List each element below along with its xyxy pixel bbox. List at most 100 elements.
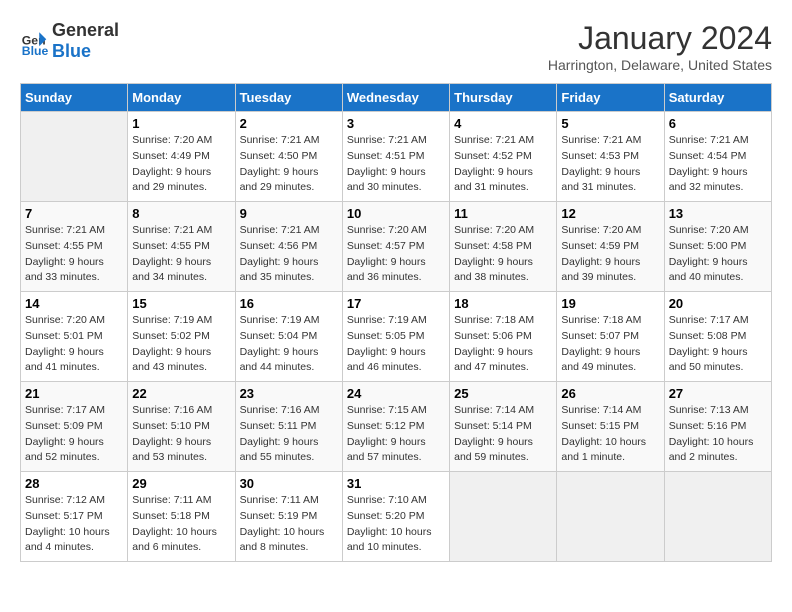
calendar-cell: 3 Sunrise: 7:21 AM Sunset: 4:51 PM Daylig…	[342, 112, 449, 202]
day-number: 2	[240, 116, 338, 131]
day-info: Sunrise: 7:21 AM Sunset: 4:51 PM Dayligh…	[347, 133, 445, 196]
weekday-header-cell: Friday	[557, 84, 664, 112]
day-number: 16	[240, 296, 338, 311]
calendar-cell	[21, 112, 128, 202]
weekday-header-cell: Wednesday	[342, 84, 449, 112]
day-number: 21	[25, 386, 123, 401]
day-info: Sunrise: 7:20 AM Sunset: 4:59 PM Dayligh…	[561, 223, 659, 286]
day-number: 29	[132, 476, 230, 491]
calendar-cell: 7 Sunrise: 7:21 AM Sunset: 4:55 PM Daylig…	[21, 202, 128, 292]
day-info: Sunrise: 7:20 AM Sunset: 4:49 PM Dayligh…	[132, 133, 230, 196]
day-info: Sunrise: 7:20 AM Sunset: 4:58 PM Dayligh…	[454, 223, 552, 286]
calendar-cell	[557, 472, 664, 562]
day-number: 13	[669, 206, 767, 221]
day-info: Sunrise: 7:21 AM Sunset: 4:50 PM Dayligh…	[240, 133, 338, 196]
day-number: 15	[132, 296, 230, 311]
calendar-body: 1Sunrise: 7:20 AM Sunset: 4:49 PM Daylig…	[21, 112, 772, 562]
day-number: 3	[347, 116, 445, 131]
day-info: Sunrise: 7:11 AM Sunset: 5:19 PM Dayligh…	[240, 493, 338, 556]
day-number: 12	[561, 206, 659, 221]
month-title: January 2024	[548, 20, 772, 57]
calendar-table: SundayMondayTuesdayWednesdayThursdayFrid…	[20, 83, 772, 562]
day-info: Sunrise: 7:21 AM Sunset: 4:55 PM Dayligh…	[132, 223, 230, 286]
calendar-week-row: 21 Sunrise: 7:17 AM Sunset: 5:09 PM Dayli…	[21, 382, 772, 472]
day-info: Sunrise: 7:15 AM Sunset: 5:12 PM Dayligh…	[347, 403, 445, 466]
day-number: 25	[454, 386, 552, 401]
logo-icon: Gen Blue	[20, 27, 48, 55]
calendar-cell: 27 Sunrise: 7:13 AM Sunset: 5:16 PM Dayli…	[664, 382, 771, 472]
calendar-cell: 9Sunrise: 7:21 AM Sunset: 4:56 PM Daylig…	[235, 202, 342, 292]
calendar-cell: 8 Sunrise: 7:21 AM Sunset: 4:55 PM Daylig…	[128, 202, 235, 292]
weekday-header-cell: Saturday	[664, 84, 771, 112]
day-number: 17	[347, 296, 445, 311]
day-number: 24	[347, 386, 445, 401]
calendar-cell: 11 Sunrise: 7:20 AM Sunset: 4:58 PM Dayli…	[450, 202, 557, 292]
day-info: Sunrise: 7:11 AM Sunset: 5:18 PM Dayligh…	[132, 493, 230, 556]
day-number: 20	[669, 296, 767, 311]
title-block: January 2024 Harrington, Delaware, Unite…	[548, 20, 772, 73]
day-info: Sunrise: 7:20 AM Sunset: 5:00 PM Dayligh…	[669, 223, 767, 286]
calendar-week-row: 14Sunrise: 7:20 AM Sunset: 5:01 PM Dayli…	[21, 292, 772, 382]
day-number: 30	[240, 476, 338, 491]
day-number: 6	[669, 116, 767, 131]
day-info: Sunrise: 7:17 AM Sunset: 5:08 PM Dayligh…	[669, 313, 767, 376]
day-info: Sunrise: 7:13 AM Sunset: 5:16 PM Dayligh…	[669, 403, 767, 466]
calendar-cell: 28 Sunrise: 7:12 AM Sunset: 5:17 PM Dayli…	[21, 472, 128, 562]
logo-line2: Blue	[52, 41, 119, 62]
calendar-cell: 5Sunrise: 7:21 AM Sunset: 4:53 PM Daylig…	[557, 112, 664, 202]
day-info: Sunrise: 7:18 AM Sunset: 5:07 PM Dayligh…	[561, 313, 659, 376]
calendar-cell: 17 Sunrise: 7:19 AM Sunset: 5:05 PM Dayli…	[342, 292, 449, 382]
calendar-cell: 23 Sunrise: 7:16 AM Sunset: 5:11 PM Dayli…	[235, 382, 342, 472]
day-number: 27	[669, 386, 767, 401]
calendar-cell	[450, 472, 557, 562]
logo-line1: General	[52, 20, 119, 41]
svg-text:Blue: Blue	[22, 44, 48, 55]
weekday-header-row: SundayMondayTuesdayWednesdayThursdayFrid…	[21, 84, 772, 112]
day-number: 7	[25, 206, 123, 221]
day-info: Sunrise: 7:16 AM Sunset: 5:10 PM Dayligh…	[132, 403, 230, 466]
calendar-cell: 30 Sunrise: 7:11 AM Sunset: 5:19 PM Dayli…	[235, 472, 342, 562]
day-info: Sunrise: 7:21 AM Sunset: 4:56 PM Dayligh…	[240, 223, 338, 286]
day-info: Sunrise: 7:17 AM Sunset: 5:09 PM Dayligh…	[25, 403, 123, 466]
day-info: Sunrise: 7:21 AM Sunset: 4:53 PM Dayligh…	[561, 133, 659, 196]
calendar-cell: 1Sunrise: 7:20 AM Sunset: 4:49 PM Daylig…	[128, 112, 235, 202]
calendar-cell: 19 Sunrise: 7:18 AM Sunset: 5:07 PM Dayli…	[557, 292, 664, 382]
day-number: 23	[240, 386, 338, 401]
calendar-cell: 6 Sunrise: 7:21 AM Sunset: 4:54 PM Daylig…	[664, 112, 771, 202]
calendar-cell: 10 Sunrise: 7:20 AM Sunset: 4:57 PM Dayli…	[342, 202, 449, 292]
day-number: 22	[132, 386, 230, 401]
day-info: Sunrise: 7:20 AM Sunset: 5:01 PM Dayligh…	[25, 313, 123, 376]
calendar-cell: 2 Sunrise: 7:21 AM Sunset: 4:50 PM Daylig…	[235, 112, 342, 202]
day-number: 19	[561, 296, 659, 311]
day-info: Sunrise: 7:14 AM Sunset: 5:14 PM Dayligh…	[454, 403, 552, 466]
day-info: Sunrise: 7:21 AM Sunset: 4:52 PM Dayligh…	[454, 133, 552, 196]
day-number: 11	[454, 206, 552, 221]
calendar-cell: 26Sunrise: 7:14 AM Sunset: 5:15 PM Dayli…	[557, 382, 664, 472]
calendar-cell: 16Sunrise: 7:19 AM Sunset: 5:04 PM Dayli…	[235, 292, 342, 382]
weekday-header-cell: Monday	[128, 84, 235, 112]
day-number: 8	[132, 206, 230, 221]
day-info: Sunrise: 7:21 AM Sunset: 4:55 PM Dayligh…	[25, 223, 123, 286]
weekday-header-cell: Thursday	[450, 84, 557, 112]
day-number: 28	[25, 476, 123, 491]
calendar-week-row: 1Sunrise: 7:20 AM Sunset: 4:49 PM Daylig…	[21, 112, 772, 202]
day-info: Sunrise: 7:19 AM Sunset: 5:02 PM Dayligh…	[132, 313, 230, 376]
day-info: Sunrise: 7:12 AM Sunset: 5:17 PM Dayligh…	[25, 493, 123, 556]
page-header: Gen Blue General Blue January 2024 Harri…	[20, 20, 772, 73]
day-number: 18	[454, 296, 552, 311]
weekday-header-cell: Sunday	[21, 84, 128, 112]
calendar-cell: 24 Sunrise: 7:15 AM Sunset: 5:12 PM Dayli…	[342, 382, 449, 472]
day-info: Sunrise: 7:10 AM Sunset: 5:20 PM Dayligh…	[347, 493, 445, 556]
calendar-cell: 21 Sunrise: 7:17 AM Sunset: 5:09 PM Dayli…	[21, 382, 128, 472]
calendar-cell: 4Sunrise: 7:21 AM Sunset: 4:52 PM Daylig…	[450, 112, 557, 202]
day-info: Sunrise: 7:20 AM Sunset: 4:57 PM Dayligh…	[347, 223, 445, 286]
calendar-cell: 31Sunrise: 7:10 AM Sunset: 5:20 PM Dayli…	[342, 472, 449, 562]
day-number: 10	[347, 206, 445, 221]
calendar-cell: 13 Sunrise: 7:20 AM Sunset: 5:00 PM Dayli…	[664, 202, 771, 292]
day-info: Sunrise: 7:19 AM Sunset: 5:05 PM Dayligh…	[347, 313, 445, 376]
day-info: Sunrise: 7:16 AM Sunset: 5:11 PM Dayligh…	[240, 403, 338, 466]
calendar-week-row: 7 Sunrise: 7:21 AM Sunset: 4:55 PM Daylig…	[21, 202, 772, 292]
day-info: Sunrise: 7:21 AM Sunset: 4:54 PM Dayligh…	[669, 133, 767, 196]
weekday-header-cell: Tuesday	[235, 84, 342, 112]
calendar-cell: 20 Sunrise: 7:17 AM Sunset: 5:08 PM Dayli…	[664, 292, 771, 382]
